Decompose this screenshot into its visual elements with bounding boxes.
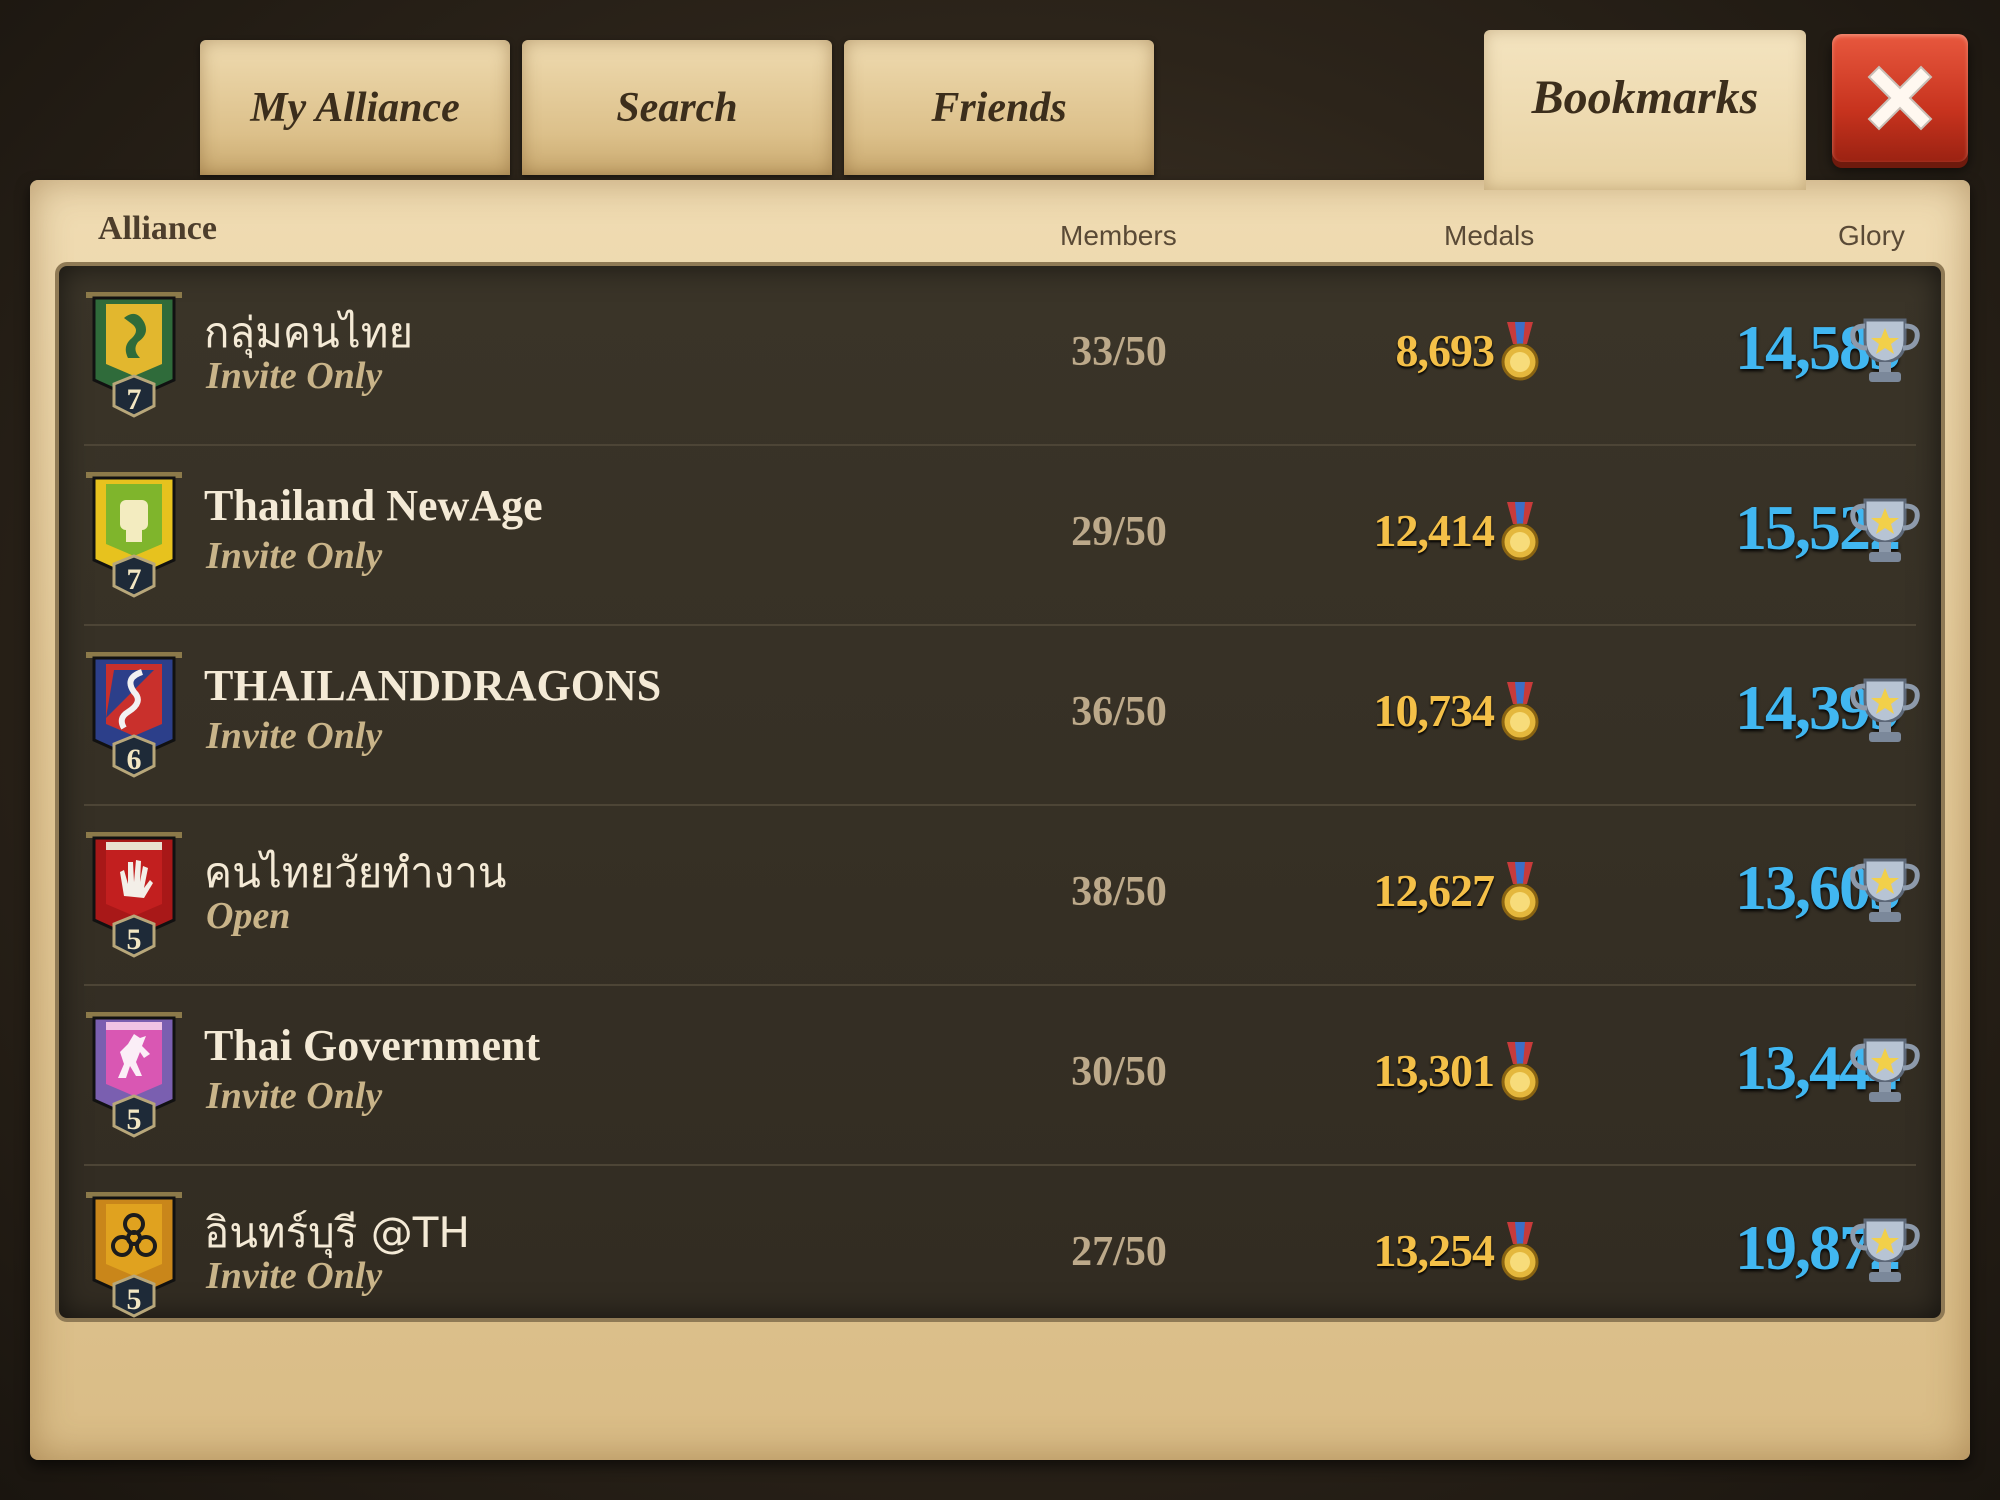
alliance-name: Thai Government <box>204 1021 541 1070</box>
medal-icon <box>1501 1042 1539 1101</box>
trophy-icon <box>1850 498 1920 562</box>
medal-icon <box>1501 682 1539 741</box>
member-count: 27/50 <box>1071 1229 1167 1275</box>
svg-text:7: 7 <box>127 563 142 596</box>
medal-icon <box>1501 322 1539 381</box>
tab-search[interactable]: Search <box>522 40 832 175</box>
medals-value: 13,301 <box>1373 1045 1496 1096</box>
list-item[interactable]: 6 THAILANDDRAGONS Invite Only 36/50 10,7… <box>59 626 1941 806</box>
svg-text:5: 5 <box>127 1283 142 1316</box>
medals-value: 10,734 <box>1373 685 1496 736</box>
header-glory: Glory <box>1838 220 1905 251</box>
trophy-icon <box>1850 1038 1920 1102</box>
svg-text:5: 5 <box>127 923 142 956</box>
close-button[interactable] <box>1832 34 1968 162</box>
medals-value: 13,254 <box>1373 1225 1496 1276</box>
svg-text:5: 5 <box>127 1103 142 1136</box>
member-count: 38/50 <box>1071 869 1167 915</box>
svg-text:7: 7 <box>127 383 142 416</box>
alliance-banner-icon: 7 <box>86 472 182 598</box>
medals-value: 12,414 <box>1373 505 1496 556</box>
list-item[interactable]: 7 กลุ่มคนไทย Invite Only 33/50 8,693 14,… <box>59 266 1941 446</box>
tab-bookmarks[interactable]: Bookmarks <box>1484 30 1806 190</box>
medal-icon <box>1501 862 1539 921</box>
alliance-banner-icon: 6 <box>86 652 182 778</box>
alliance-status: Invite Only <box>206 1075 383 1117</box>
alliance-list[interactable]: 7 กลุ่มคนไทย Invite Only 33/50 8,693 14,… <box>55 262 1945 1322</box>
list-item[interactable]: 7 Thailand NewAge Invite Only 29/50 12,4… <box>59 446 1941 626</box>
trophy-icon <box>1850 678 1920 742</box>
member-count: 36/50 <box>1071 689 1167 735</box>
medal-icon <box>1501 1222 1539 1281</box>
member-count: 29/50 <box>1071 509 1167 555</box>
alliance-status: Open <box>206 895 291 937</box>
alliance-banner-icon: 5 <box>86 1192 182 1318</box>
medal-icon <box>1501 502 1539 561</box>
alliance-status: Invite Only <box>206 535 383 577</box>
alliance-banner-icon: 5 <box>86 1012 182 1138</box>
alliance-status: Invite Only <box>206 355 383 397</box>
header-members: Members <box>1060 220 1177 251</box>
header-medals: Medals <box>1444 220 1535 251</box>
tab-friends[interactable]: Friends <box>844 40 1154 175</box>
list-item[interactable]: 5 Thai Government Invite Only 30/50 13,3… <box>59 986 1941 1166</box>
svg-text:6: 6 <box>127 743 142 776</box>
list-item[interactable]: 5 คนไทยวัยทำงาน Open 38/50 12,627 13,605 <box>59 806 1941 986</box>
tab-my-alliance[interactable]: My Alliance <box>200 40 510 175</box>
member-count: 33/50 <box>1071 329 1167 375</box>
trophy-icon <box>1850 318 1920 382</box>
medals-value: 12,627 <box>1373 865 1496 916</box>
list-item[interactable]: 5 อินทร์บุรี @TH Invite Only 27/50 13,25… <box>59 1166 1941 1318</box>
member-count: 30/50 <box>1071 1049 1167 1095</box>
alliance-status: Invite Only <box>206 1255 383 1297</box>
trophy-icon <box>1850 1218 1920 1282</box>
alliance-name: Thailand NewAge <box>204 481 543 530</box>
medals-value: 8,693 <box>1395 325 1496 376</box>
alliance-banner-icon: 7 <box>86 292 182 418</box>
close-icon <box>1867 65 1933 131</box>
alliance-name: THAILANDDRAGONS <box>204 661 662 710</box>
alliance-status: Invite Only <box>206 715 383 757</box>
header-alliance: Alliance <box>98 210 217 247</box>
trophy-icon <box>1850 858 1920 922</box>
alliance-banner-icon: 5 <box>86 832 182 958</box>
